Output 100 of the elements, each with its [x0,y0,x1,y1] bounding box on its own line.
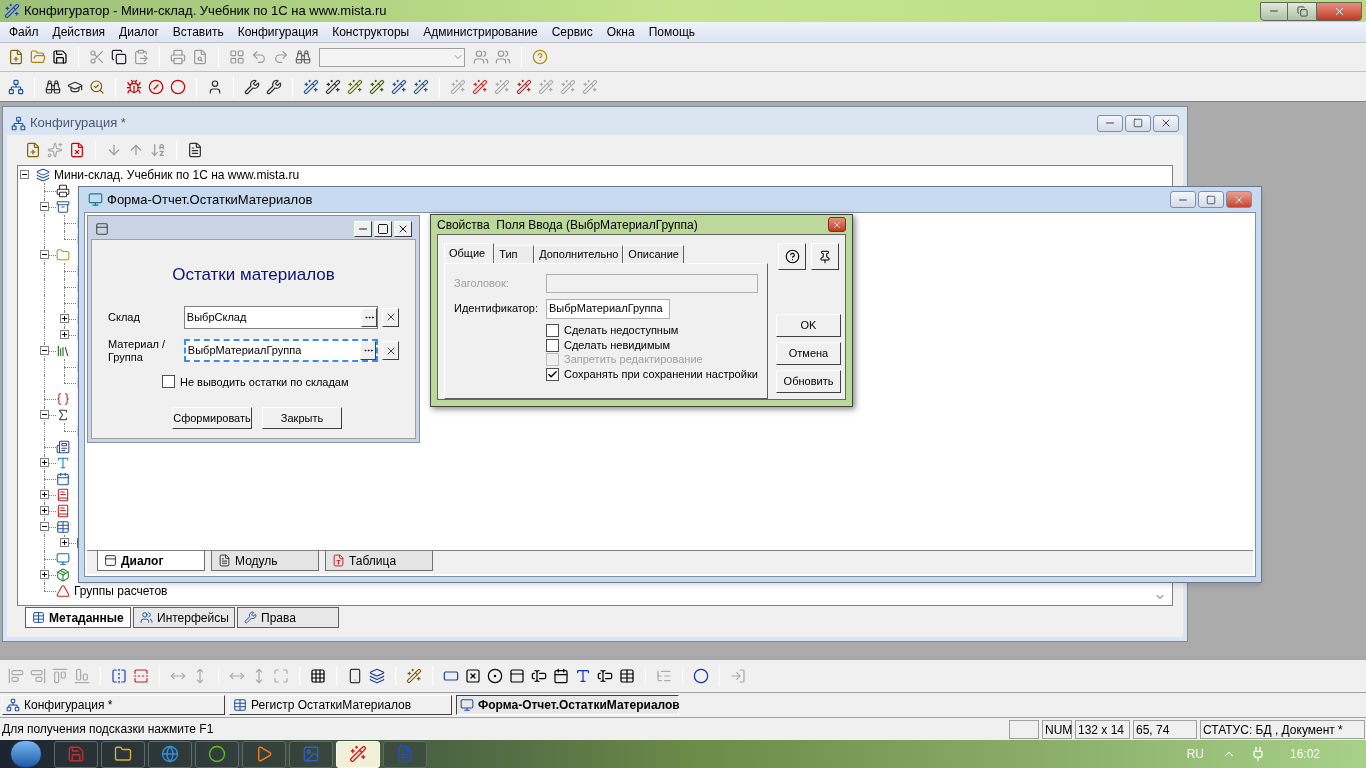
tab[interactable]: Метаданные [25,607,131,628]
expander-box[interactable] [40,522,49,531]
document-icon[interactable] [187,142,203,158]
tree-item[interactable]: Мини-склад. Учебник по 1С на www.mista.ru [54,166,300,184]
input-field[interactable]: ВыбрМатериалГруппа [183,339,379,362]
clear-button[interactable] [382,307,399,327]
tab[interactable]: Общие [444,243,495,263]
expander-box[interactable] [40,506,49,515]
expander-box[interactable] [40,250,49,259]
person-icon[interactable] [207,78,223,95]
minimize-button[interactable] [1260,1,1288,21]
taskbar-button[interactable] [242,740,286,768]
expander-box[interactable] [40,458,49,467]
tree-item[interactable]: Группы расчетов [74,582,168,600]
tab[interactable]: Права [237,607,339,628]
wand-icon[interactable] [472,78,488,95]
text-icon[interactable] [575,668,591,684]
expander-box[interactable] [40,202,49,211]
menu-item[interactable]: Вставить [165,23,231,41]
ball-icon[interactable] [693,668,709,684]
select-button[interactable] [360,341,377,360]
people-icon[interactable] [140,611,153,624]
tool-icon[interactable] [244,78,260,95]
checkbox[interactable] [546,323,559,337]
tab[interactable]: Диалог [97,551,205,571]
tree-icon[interactable] [8,78,24,95]
checkbox[interactable] [546,367,559,381]
expander-box[interactable] [60,538,69,547]
grid-icon[interactable] [310,668,326,684]
monitor-icon[interactable] [460,698,474,712]
menu-item[interactable]: Сервис [544,23,600,41]
tab[interactable]: Дополнительно [534,245,624,263]
help-button[interactable] [778,243,806,270]
menu-item[interactable]: Диалог [112,23,166,41]
expander-box[interactable] [40,410,49,419]
menu-item[interactable]: Администрирование [416,23,545,41]
taskbar-button[interactable] [195,740,239,768]
center-horizontal-icon[interactable] [111,668,127,684]
close-button[interactable] [1153,114,1179,132]
restore-button[interactable] [1288,1,1316,21]
table-icon[interactable] [233,698,247,712]
close-icon[interactable] [1160,117,1172,129]
checkbox[interactable] [162,375,175,389]
expander-box[interactable] [20,170,29,179]
radio-icon[interactable] [487,668,503,684]
wand-icon[interactable] [325,78,341,95]
restore-icon[interactable] [1206,194,1216,205]
wand-icon[interactable] [303,78,319,95]
new-file-icon[interactable] [8,49,24,65]
wand-icon[interactable] [391,78,407,95]
menu-item[interactable]: Действия [45,23,113,41]
restore-button[interactable] [1198,191,1224,208]
wand-icon[interactable] [369,78,385,95]
menu-item[interactable]: Помощь [641,23,703,41]
checkbox[interactable] [546,338,559,352]
select-button[interactable] [361,307,378,327]
layers-icon[interactable] [369,668,385,684]
tab[interactable]: Тип [494,245,535,263]
binoculars-icon[interactable] [295,49,311,65]
copy-icon[interactable] [111,49,127,65]
dialog-icon[interactable] [104,554,117,567]
input-icon[interactable] [597,668,613,684]
taskbar-button[interactable] [101,740,145,768]
table-icon[interactable] [619,668,635,684]
delete-icon[interactable] [69,142,85,158]
wand-icon[interactable] [413,78,429,95]
expander-box[interactable] [40,570,49,579]
expander-box[interactable] [40,490,49,499]
tool-icon[interactable] [266,78,282,95]
input-field[interactable]: ВыбрМатериалГруппа [546,298,670,319]
restore-icon[interactable] [1296,5,1308,17]
tab[interactable]: Модуль [211,551,319,571]
tree-icon[interactable] [6,698,20,712]
dialog-button[interactable]: Отмена [776,342,841,365]
floppy-icon[interactable] [52,49,68,65]
pin-icon[interactable] [818,249,832,264]
expander-box[interactable] [40,346,49,355]
expander-box[interactable] [60,314,69,323]
menu-item[interactable]: Окна [599,23,642,41]
tab[interactable]: Описание [623,245,684,263]
menu-item[interactable]: Конструкторы [325,23,417,41]
start-button[interactable] [10,740,42,768]
menu-item[interactable]: Файл [2,23,46,41]
wand-icon[interactable] [347,78,363,95]
new-item-icon[interactable] [25,142,41,158]
help-icon[interactable] [784,249,800,264]
window-tab[interactable]: Форма-Отчет.ОстаткиМатериалов [456,695,679,715]
button-icon[interactable] [443,668,459,684]
tab[interactable]: Интерфейсы [133,607,235,628]
wand-icon[interactable] [516,78,532,95]
frame-icon[interactable] [509,668,525,684]
taskbar-button[interactable] [148,740,192,768]
dialog-button[interactable]: Обновить [776,370,841,393]
pin-button[interactable] [811,243,839,270]
dialog-button[interactable]: Сформировать [172,407,252,429]
center-vertical-icon[interactable] [133,668,149,684]
dialog-button[interactable]: OK [776,314,841,337]
wand-icon[interactable] [406,668,422,684]
checkbox-icon[interactable] [465,668,481,684]
tab[interactable]: Таблица [325,551,433,571]
